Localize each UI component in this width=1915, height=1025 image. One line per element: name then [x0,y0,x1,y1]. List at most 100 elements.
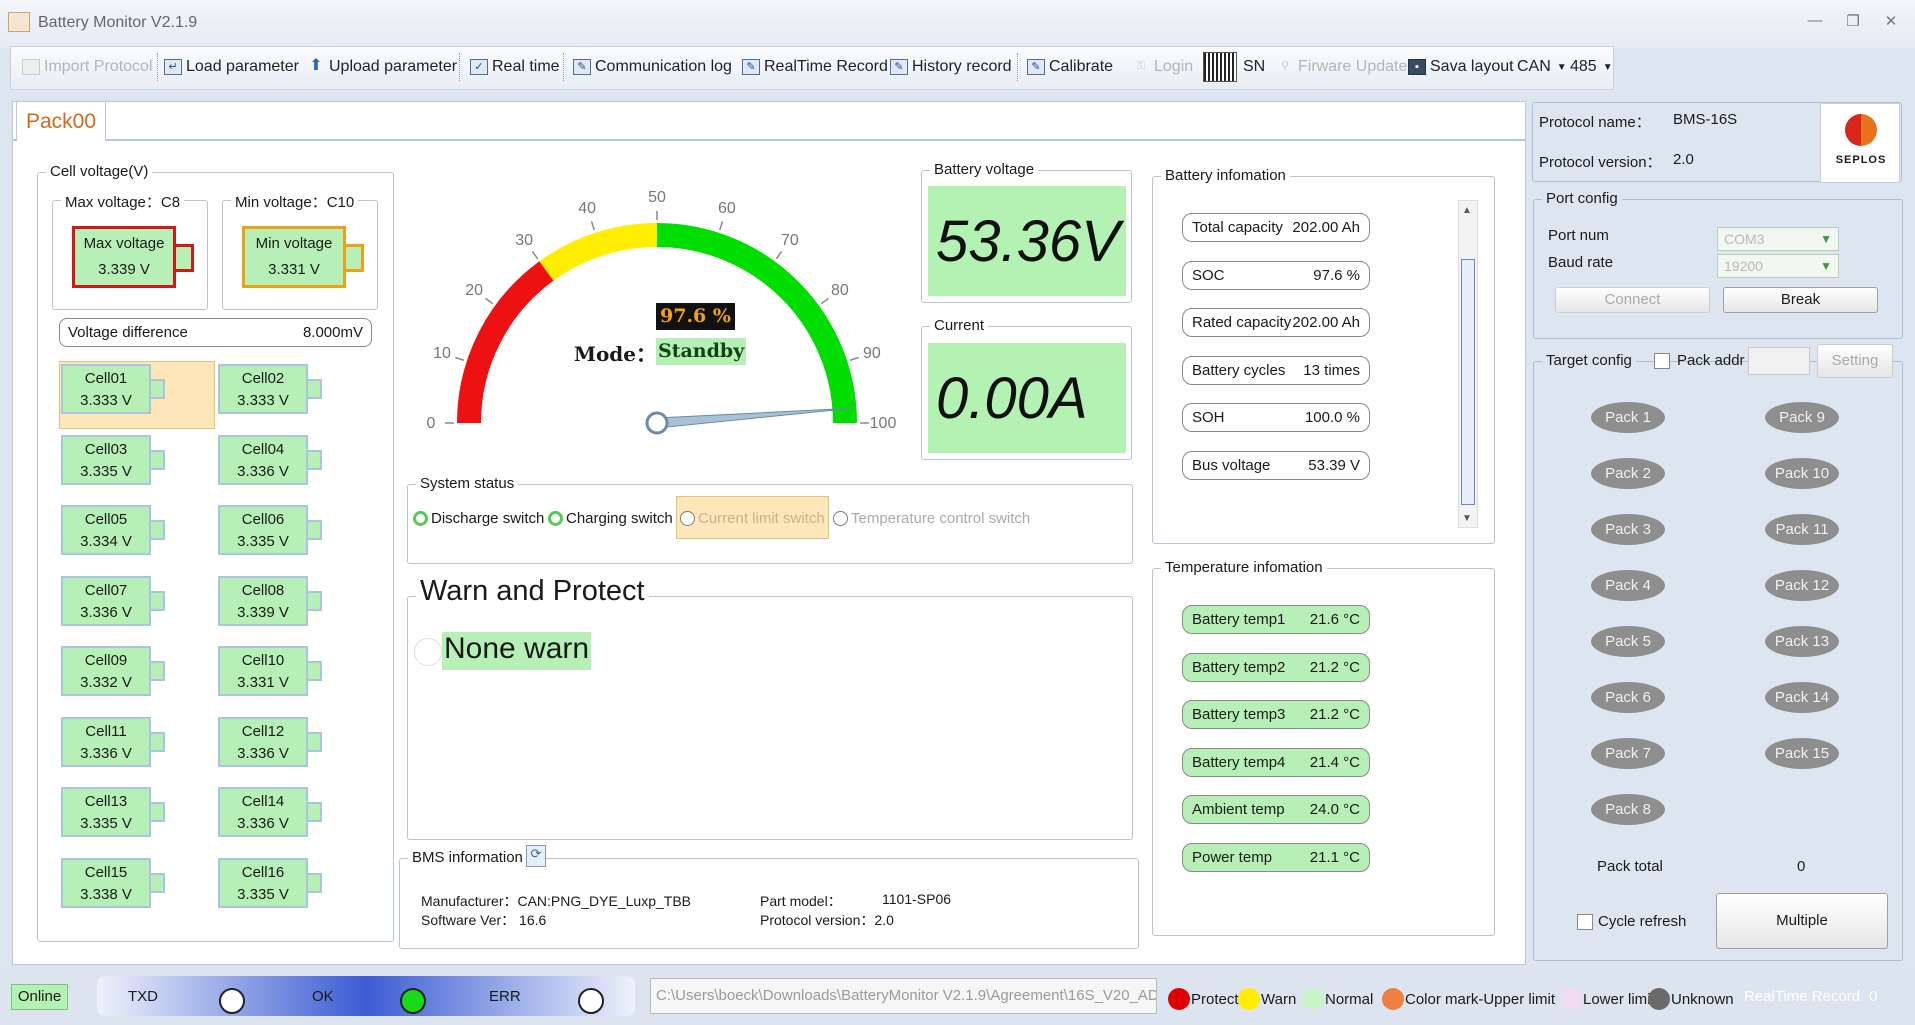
restore-icon[interactable]: ❐ [1839,12,1867,34]
pack-button[interactable]: Pack 9 [1765,402,1839,433]
pack-button[interactable]: Pack 2 [1591,458,1665,489]
legend-label: Normal [1325,990,1374,1008]
pack-button[interactable]: Pack 6 [1591,682,1665,713]
pack-button[interactable]: Pack 13 [1765,626,1839,657]
gauge-tick-label: 10 [433,345,451,362]
pack-button[interactable]: Pack 12 [1765,570,1839,601]
cycle-refresh-checkbox[interactable] [1577,914,1593,930]
part-model-row: Part model： [760,891,842,911]
rs485-dropdown[interactable]: 485 ▼ [1570,55,1613,79]
close-icon[interactable]: ✕ [1877,12,1905,34]
gauge-tick-label: 30 [515,232,533,249]
history-record-button[interactable]: ✎ History record [890,55,1012,79]
toolbar-separator [563,53,564,81]
cell-voltage: 3.333 V [80,392,132,409]
communication-log-button[interactable]: ✎ Communication log [573,55,732,79]
port-config-title: Port config [1542,190,1622,207]
cell-voltage: 3.334 V [80,533,132,550]
legend-color-dot [1238,988,1260,1010]
baud-rate-label: Baud rate [1548,254,1614,271]
import-icon [22,59,40,75]
cell-battery: Cell02 3.333 V [218,364,308,414]
battery-info-value: 53.39 V [1308,456,1360,474]
cell-battery-tip [151,590,165,611]
pack-addr-input[interactable] [1748,347,1810,375]
dropdown-arrow-icon: ▼ [1602,61,1613,73]
min-voltage-title: Min voltage：C10 [231,191,359,212]
charging-indicator [548,511,563,526]
cell-name: Cell08 [241,581,285,599]
pack-button[interactable]: Pack 10 [1765,458,1839,489]
legend-label: Color mark-Upper limit [1405,990,1556,1008]
cell-name: Cell12 [241,722,285,740]
firmware-update-button[interactable]: ⚲ Firware Update [1276,55,1407,79]
scroll-down-icon[interactable]: ▼ [1462,513,1472,524]
toolbar-separator [1017,53,1018,81]
real-time-button[interactable]: ✓ Real time [470,55,560,79]
realtime-record-label: RealTime Record [764,58,888,75]
tab-strip-line [12,139,1526,141]
protocol-path-field[interactable]: C:\Users\boeck\Downloads\BatteryMonitor … [650,978,1157,1014]
connect-button[interactable]: Connect [1555,287,1710,313]
baud-rate-select[interactable]: 19200 ▼ [1717,254,1839,278]
baud-rate-value: 19200 [1724,258,1763,274]
cell-battery: Cell04 3.336 V [218,434,308,485]
load-parameter-button[interactable]: ↵ Load parameter [164,55,299,79]
cell-voltage: 3.336 V [237,744,289,762]
scroll-up-icon[interactable]: ▲ [1462,205,1472,216]
pack-button[interactable]: Pack 7 [1591,738,1665,769]
pack-button[interactable]: Pack 8 [1591,794,1665,825]
refresh-icon[interactable]: ⟳ [526,845,546,867]
realtime-record-button[interactable]: ✎ RealTime Record [742,55,888,79]
pack-button[interactable]: Pack 5 [1591,626,1665,657]
minimize-icon[interactable]: — [1801,12,1829,34]
pack-addr-checkbox[interactable] [1654,353,1670,369]
pack-button[interactable]: Pack 14 [1765,682,1839,713]
pack-button[interactable]: Pack 1 [1591,402,1665,433]
cell-voltage: 3.339 V [237,603,289,621]
charging-switch: Charging switch [548,510,673,527]
save-layout-button[interactable]: ▪ Sava layout [1408,55,1514,79]
barcode-icon[interactable] [1203,52,1237,82]
port-num-select[interactable]: COM3 ▼ [1717,227,1839,251]
cell-battery: Cell01 3.333 V [61,364,151,414]
cell-name: Cell05 [84,511,128,528]
multiple-button[interactable]: Multiple [1716,893,1888,949]
login-button[interactable]: ⚿ Login [1132,55,1193,79]
pack-button[interactable]: Pack 11 [1765,514,1839,545]
target-config-title: Target config [1542,352,1636,369]
protocol-version-label: Protocol version： [1539,154,1662,171]
scroll-thumb[interactable] [1461,259,1475,505]
save-layout-label: Sava layout [1430,58,1514,75]
import-protocol-button[interactable]: Import Protocol [22,55,152,79]
battery-info-scrollbar[interactable]: ▲ ▼ [1458,200,1478,528]
temperature-value: 21.6 °C [1309,611,1360,628]
setting-button[interactable]: Setting [1817,344,1893,378]
break-button[interactable]: Break [1723,287,1878,313]
software-value: 16.6 [519,912,547,928]
tab-pack00[interactable]: Pack00 [16,101,106,141]
gauge-tick [820,297,829,305]
battery-voltage-value: 53.36V [928,186,1126,296]
legend-label: Warn [1261,990,1297,1008]
temperature-row: Ambient temp 24.0 °C [1182,795,1370,824]
pack-button[interactable]: Pack 15 [1765,738,1839,769]
dropdown-arrow-icon: ▼ [1820,259,1832,273]
cell-name: Cell06 [241,511,285,528]
key-icon: ⚿ [1136,60,1146,72]
discharge-indicator [413,511,428,526]
upload-parameter-label: Upload parameter [329,58,458,75]
calibrate-button[interactable]: ✎ Calibrate [1027,55,1113,79]
floppy-icon: ▪ [1408,59,1426,75]
cell-name: Cell01 [84,370,128,387]
toolbar-separator [459,53,460,81]
cell-battery: Cell13 3.335 V [61,787,151,837]
history-icon: ✎ [890,59,908,75]
legend-color-dot [1302,988,1324,1010]
sn-button[interactable]: SN [1243,55,1265,79]
cell-voltage: 3.333 V [237,392,289,409]
upload-parameter-button[interactable]: ⬆ Upload parameter [307,55,457,79]
pack-button[interactable]: Pack 4 [1591,570,1665,601]
pack-button[interactable]: Pack 3 [1591,514,1665,545]
can-dropdown[interactable]: CAN ▼ [1517,55,1567,79]
